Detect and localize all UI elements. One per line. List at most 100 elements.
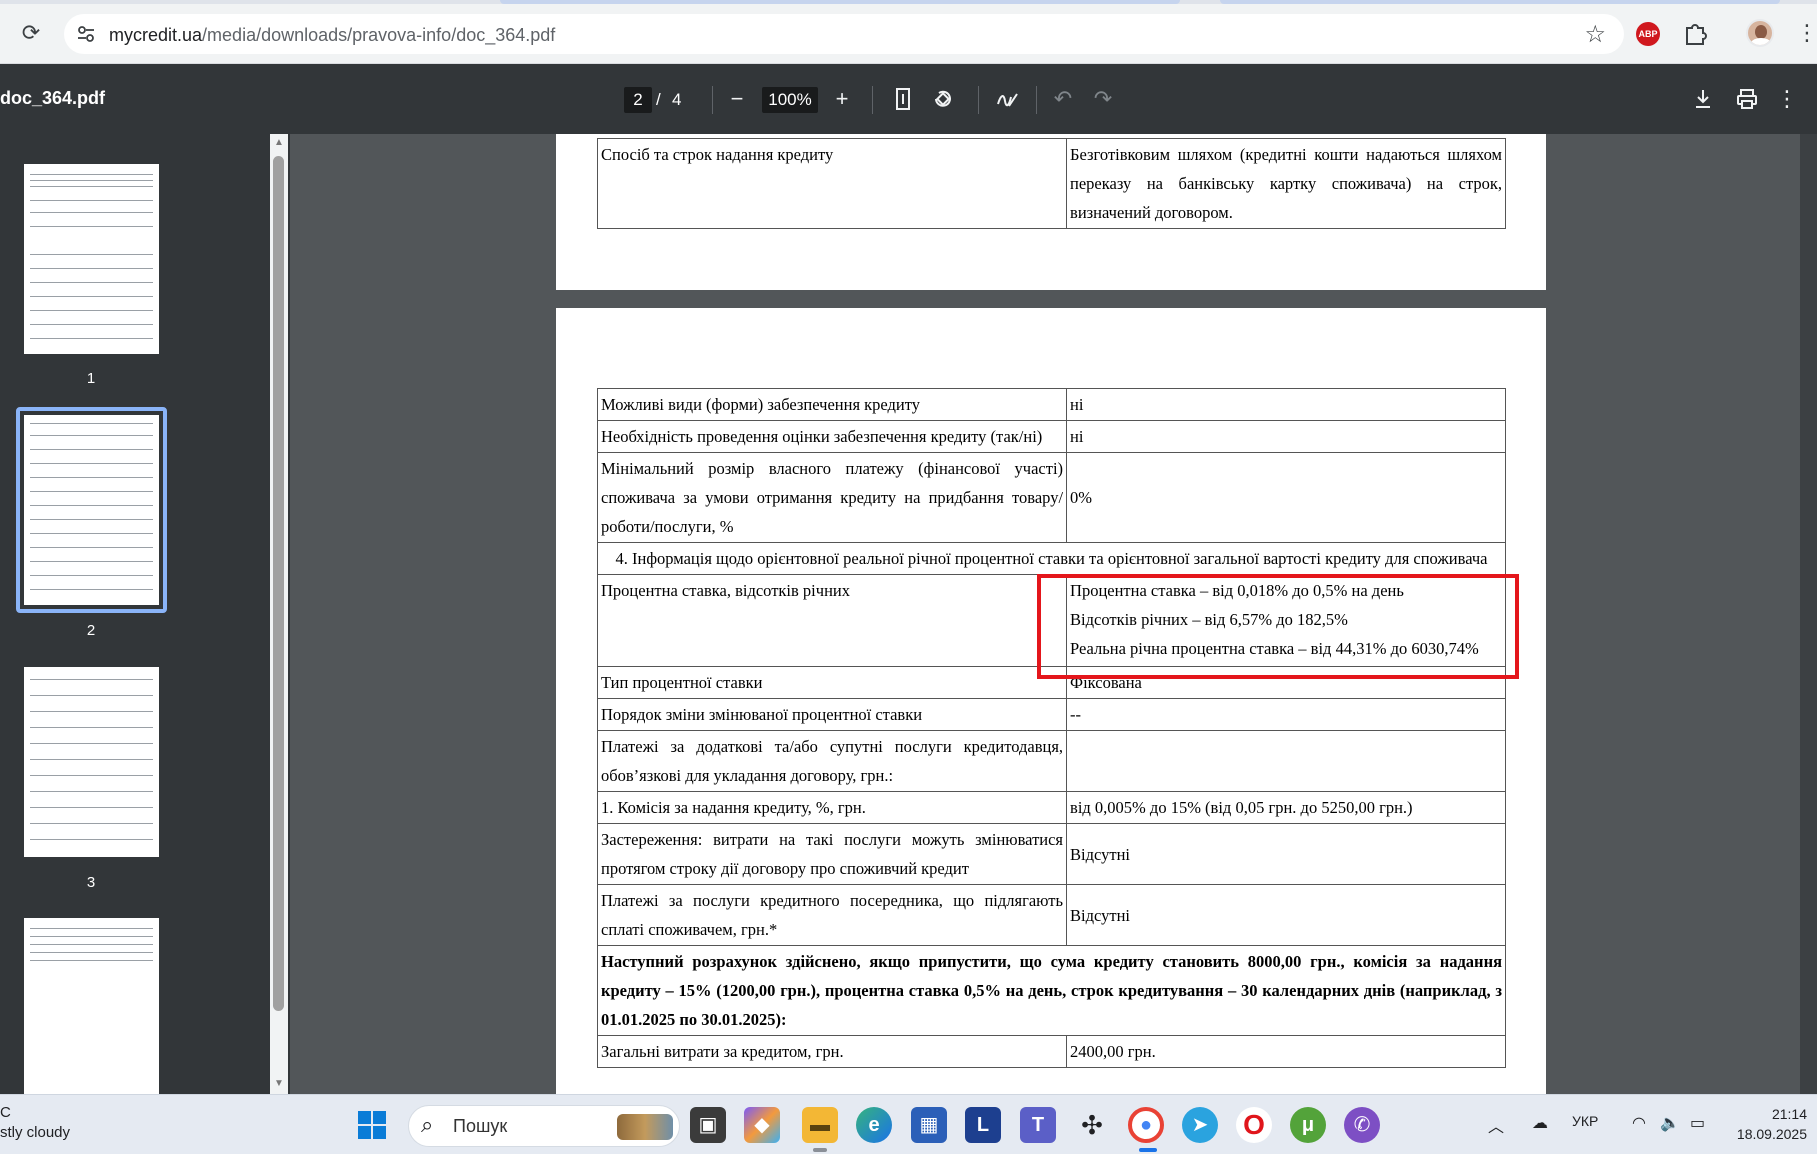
more-actions-icon[interactable]: ⋮ [1772, 84, 1802, 114]
calculation-note: Наступний розрахунок здійснено, якщо при… [597, 945, 1506, 1036]
site-info-icon[interactable] [76, 24, 96, 44]
viber-icon[interactable]: ✆ [1344, 1107, 1380, 1143]
draw-annotation-icon[interactable] [992, 84, 1022, 114]
weather-text: stly cloudy [0, 1124, 71, 1141]
print-icon[interactable] [1732, 84, 1762, 114]
table-cell-label: Порядок зміни змінюваної процентної став… [596, 698, 1068, 731]
adblock-extension-icon[interactable]: ABP [1636, 22, 1660, 46]
thumbnail-label: 2 [86, 622, 96, 639]
zoom-in-icon[interactable]: + [827, 84, 857, 114]
table-cell-label: Платежі за послуги кредитного посередник… [596, 884, 1068, 946]
table-row: Платежі за послуги кредитного посередник… [596, 884, 1506, 946]
zoom-out-icon[interactable]: − [722, 84, 752, 114]
onedrive-icon[interactable]: ☁ [1532, 1113, 1548, 1133]
table-row: Необхідність проведення оцінки забезпече… [596, 420, 1506, 453]
language-indicator[interactable]: УКР [1572, 1113, 1598, 1129]
page-number-input[interactable]: 2 [624, 87, 652, 113]
profile-avatar[interactable] [1746, 19, 1774, 47]
page-thumbnail[interactable] [24, 667, 159, 857]
bookmark-star-icon[interactable]: ☆ [1584, 20, 1606, 49]
edge-browser-icon[interactable]: e [856, 1107, 892, 1143]
task-view-icon[interactable]: ▣ [690, 1107, 726, 1143]
table-row: Можливі види (форми) забезпечення кредит… [596, 388, 1506, 421]
tray-overflow-icon[interactable]: ︿ [1488, 1113, 1504, 1137]
url-path: /media/downloads/pravova-info/doc_364.pd… [202, 25, 556, 45]
wifi-icon[interactable]: ◠ [1632, 1113, 1646, 1133]
thumbnail-label: 1 [86, 370, 96, 387]
extensions-puzzle-icon[interactable] [1682, 20, 1708, 46]
table-cell-value [1066, 730, 1506, 792]
taskbar-search[interactable]: ⌕ Пошук [408, 1105, 680, 1147]
table-cell-label: Необхідність проведення оцінки забезпече… [596, 420, 1068, 453]
search-placeholder: Пошук [453, 1116, 508, 1136]
table-cell-label: Платежі за додаткові та/або супутні посл… [596, 730, 1068, 792]
scroll-down-arrow-icon[interactable]: ▼ [272, 1078, 286, 1089]
weather-temp: C [0, 1104, 11, 1121]
app-running-indicator [813, 1148, 827, 1152]
undo-icon[interactable]: ↶ [1048, 84, 1078, 114]
table-row: Наступний розрахунок здійснено, якщо при… [597, 945, 1506, 1036]
section-heading: 4. Інформація щодо орієнтовної реальної … [597, 542, 1506, 575]
weather-widget[interactable]: C stly cloudy [0, 1103, 70, 1143]
reload-icon[interactable]: ⟳ [18, 20, 44, 46]
table-row: Спосіб та строк надання кредиту Безготів… [596, 138, 1506, 229]
page-thumbnail[interactable] [24, 164, 159, 354]
file-explorer-icon[interactable]: ▬ [802, 1107, 838, 1143]
opera-icon[interactable]: O [1236, 1107, 1272, 1143]
download-icon[interactable] [1688, 84, 1718, 114]
table-cell-label: 1. Комісія за надання кредиту, %, грн. [596, 791, 1068, 824]
pdf-toolbar: doc_364.pdf 2 / 4 − 100% + ↶ ↷ ⋮ [0, 64, 1817, 134]
address-bar[interactable]: mycredit.ua/media/downloads/pravova-info… [64, 14, 1624, 54]
table-row: Мінімальний розмір власного платежу (фін… [596, 452, 1506, 543]
teams-icon[interactable]: T [1020, 1107, 1056, 1143]
redo-icon[interactable]: ↷ [1088, 84, 1118, 114]
scroll-up-arrow-icon[interactable]: ▲ [272, 137, 286, 148]
browser-menu-icon[interactable]: ⋮ [1796, 20, 1817, 46]
clock-date: 18.09.2025 [1736, 1126, 1807, 1142]
red-highlight-box [1037, 574, 1519, 679]
url-host: mycredit.ua [109, 25, 203, 45]
thumbnail-label: 3 [86, 874, 96, 891]
rotate-icon[interactable] [928, 84, 958, 114]
fit-page-icon[interactable] [888, 84, 918, 114]
table-row: 4. Інформація щодо орієнтовної реальної … [597, 542, 1506, 575]
table-row: Загальні витрати за кредитом, грн. 2400,… [596, 1035, 1506, 1068]
telegram-icon[interactable]: ➤ [1182, 1107, 1218, 1143]
table-cell-label: Мінімальний розмір власного платежу (фін… [596, 452, 1068, 543]
chrome-icon[interactable]: ● [1128, 1107, 1164, 1143]
app-active-indicator [1139, 1148, 1157, 1152]
table-row: 1. Комісія за надання кредиту, %, грн. в… [596, 791, 1506, 824]
toolbar-divider [1036, 86, 1037, 114]
battery-icon[interactable]: ▭ [1690, 1113, 1705, 1133]
utorrent-icon[interactable]: μ [1290, 1107, 1326, 1143]
table-cell-label: Тип процентної ставки [596, 666, 1068, 699]
copilot-icon[interactable]: ◆ [744, 1107, 780, 1143]
app-l-icon[interactable]: L [965, 1107, 1001, 1143]
windows-start-icon[interactable] [358, 1111, 388, 1141]
zoom-input[interactable]: 100% [762, 87, 818, 113]
page-thumbnail[interactable] [24, 918, 159, 1094]
table-cell-value: 2400,00 грн. [1066, 1035, 1506, 1068]
table-cell-label: Спосіб та строк надання кредиту [596, 138, 1068, 229]
table-cell-label: Можливі види (форми) забезпечення кредит… [596, 388, 1068, 421]
table-cell-value: від 0,005% до 15% (від 0,05 грн. до 5250… [1066, 791, 1506, 824]
page2-table: Можливі види (форми) забезпечення кредит… [596, 388, 1506, 1068]
system-clock[interactable]: 21:14 18.09.2025 [1737, 1104, 1807, 1144]
document-title: doc_364.pdf [0, 88, 106, 108]
table-cell-label: Загальні витрати за кредитом, грн. [596, 1035, 1068, 1068]
browser-toolbar: ⟳ mycredit.ua/media/downloads/pravova-in… [0, 0, 1817, 64]
search-highlight-image [617, 1114, 673, 1140]
clock-time: 21:14 [1771, 1106, 1807, 1122]
page-thumbnail[interactable] [24, 415, 159, 605]
table-cell-value: Відсутні [1066, 884, 1506, 946]
sidebar-scrollbar-thumb[interactable] [273, 156, 284, 1011]
volume-icon[interactable]: 🔈 [1660, 1113, 1680, 1133]
table-cell-label: Застереження: витрати на такі послуги мо… [596, 823, 1068, 885]
table-cell-label: Процентна ставка, відсотків річних [596, 574, 1068, 667]
url-text[interactable]: mycredit.ua/media/downloads/pravova-info… [109, 25, 555, 46]
dropbox-icon[interactable]: ✣ [1074, 1107, 1110, 1143]
store-icon[interactable]: ▦ [911, 1107, 947, 1143]
table-cell-value: 0% [1066, 452, 1506, 543]
viewer-scrollbar[interactable] [1800, 134, 1817, 1094]
table-cell-value: ні [1066, 388, 1506, 421]
